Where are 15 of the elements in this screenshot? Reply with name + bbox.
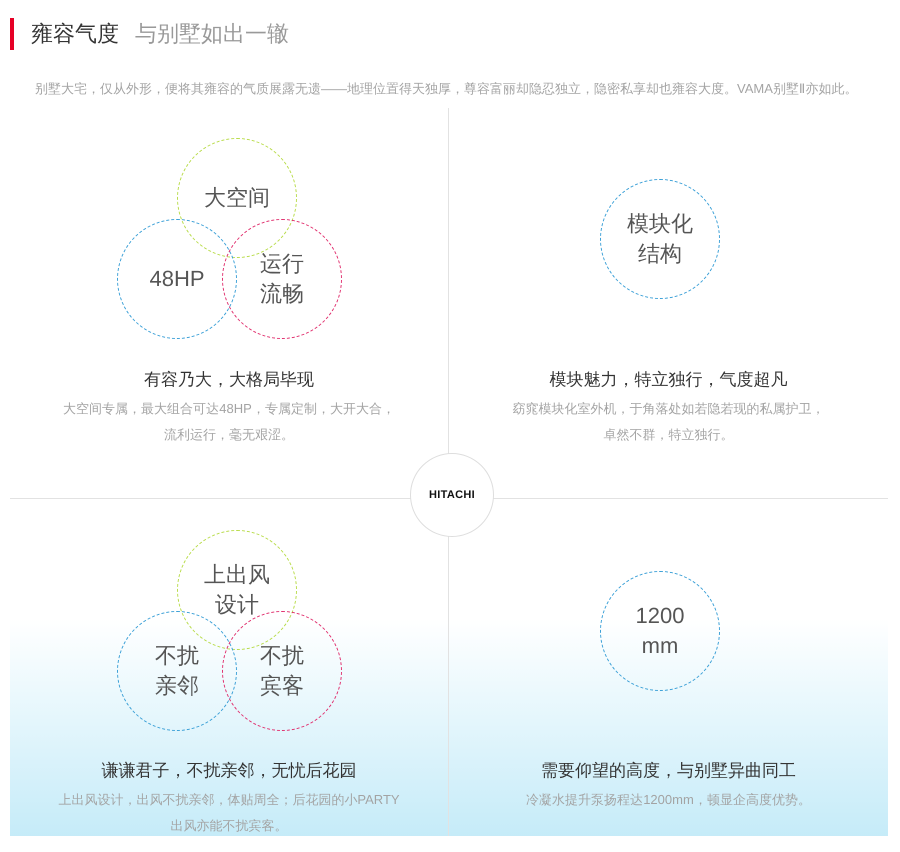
circle-label: 模块化 结构 (600, 179, 720, 299)
feature-description: 上出风设计，出风不扰亲邻，体贴周全；后花园的小PARTY 出风亦能不扰宾客。 (57, 791, 401, 835)
brand-logo: HITACHI (410, 453, 494, 537)
feature-description: 窈窕模块化室外机，于角落处如若隐若现的私属护卫， 卓然不群，特立独行。 (512, 400, 826, 444)
feature-title: 有容乃大，大格局毕现 (143, 370, 315, 390)
circle-label: 1200 mm (600, 571, 720, 691)
section-title: 雍容气度 (31, 20, 119, 48)
feature-title: 模块魅力，特立独行，气度超凡 (548, 370, 788, 390)
feature-description: 冷凝水提升泵扬程达1200mm，顿显企高度优势。 (525, 791, 812, 809)
section-subtitle: 与别墅如出一辙 (135, 20, 289, 48)
circle-label: 48HP (117, 219, 237, 339)
feature-description: 大空间专属，最大组合可达48HP，专属定制，大开大合， 流利运行，毫无艰涩。 (62, 400, 396, 444)
feature-title: 谦谦君子，不扰亲邻，无忧后花园 (100, 761, 358, 781)
intro-paragraph: 别墅大宅，仅从外形，便将其雍容的气质展露无遗——地理位置得天独厚，尊容富丽却隐忍独立，隐密私享却也雍容大度。VAMA别墅Ⅱ亦如此。 (35, 80, 858, 98)
feature-title: 需要仰望的高度，与别墅异曲同工 (540, 761, 797, 781)
